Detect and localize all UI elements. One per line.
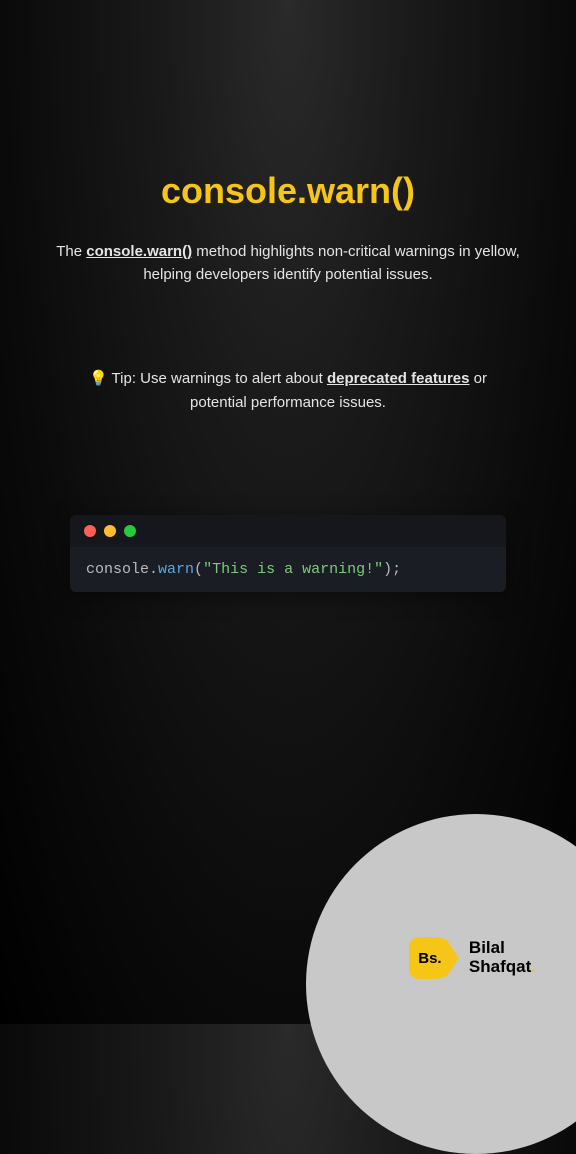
tip-underlined: deprecated features [327, 370, 470, 387]
tip-pre: Tip: Use warnings to alert about [108, 370, 327, 387]
code-object: console [86, 561, 149, 578]
author-dot: . [531, 957, 536, 976]
footer-content: Bs. Bilal Shafqat. [409, 937, 536, 979]
maximize-icon [124, 525, 136, 537]
author-name: Bilal Shafqat. [469, 939, 536, 976]
author-first: Bilal [469, 938, 505, 957]
author-last: Shafqat [469, 957, 531, 976]
description-pre: The [56, 243, 86, 260]
code-window: console.warn("This is a warning!"); [70, 515, 506, 592]
code-dot: . [149, 561, 158, 578]
description-post: method highlights non-critical warnings … [143, 243, 519, 283]
description-text: The console.warn() method highlights non… [50, 240, 526, 287]
code-method: warn [158, 561, 194, 578]
footer-circle [306, 814, 576, 1154]
page-title: console.warn() [50, 170, 526, 212]
main-content: console.warn() The console.warn() method… [0, 0, 576, 592]
lightbulb-icon: 💡 [89, 370, 108, 387]
code-paren-close: ) [383, 561, 392, 578]
close-icon [84, 525, 96, 537]
code-string: "This is a warning!" [203, 561, 383, 578]
code-paren-open: ( [194, 561, 203, 578]
tip-text: 💡 Tip: Use warnings to alert about depre… [50, 367, 526, 415]
window-header [70, 515, 506, 547]
minimize-icon [104, 525, 116, 537]
description-underlined: console.warn() [86, 243, 192, 260]
code-content: console.warn("This is a warning!"); [70, 547, 506, 592]
author-logo: Bs. [409, 937, 459, 979]
code-semi: ; [392, 561, 401, 578]
